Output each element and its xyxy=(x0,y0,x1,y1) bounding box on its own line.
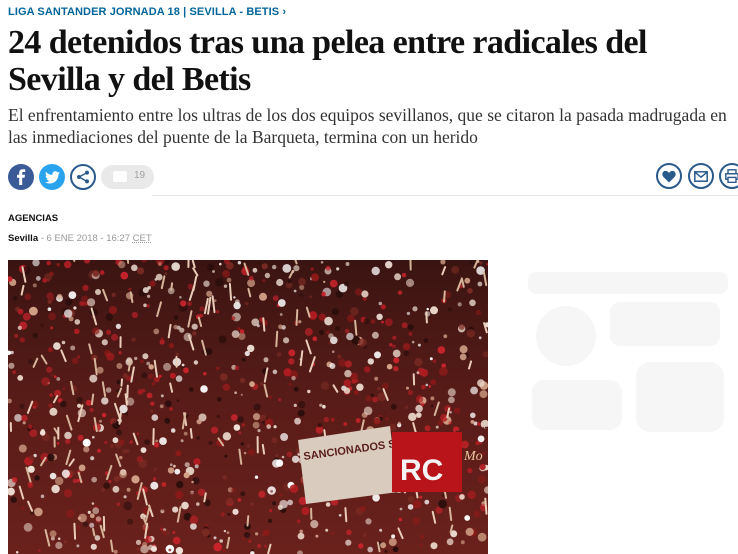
print-icon xyxy=(725,169,738,183)
chevron-right-icon: › xyxy=(282,6,287,18)
author-name: AGENCIAS xyxy=(8,213,59,224)
email-share-button[interactable] xyxy=(688,163,714,189)
print-button[interactable] xyxy=(719,163,738,189)
comment-icon xyxy=(113,171,127,182)
dateline-date: - 6 ENE 2018 - 16:27 xyxy=(40,233,130,244)
article-subtitle: El enfrentamiento entre los ultras de lo… xyxy=(8,105,727,147)
comment-count: 19 xyxy=(134,170,146,181)
save-favorite-button[interactable] xyxy=(656,163,682,189)
heart-icon xyxy=(662,170,676,182)
share-icon xyxy=(77,170,89,184)
twitter-share-button[interactable] xyxy=(39,164,65,190)
dateline-city: Sevilla xyxy=(8,233,39,244)
dateline-timezone: CET xyxy=(132,233,152,244)
facebook-share-button[interactable] xyxy=(8,164,34,190)
share-button[interactable] xyxy=(70,164,96,190)
breadcrumb-tag-link[interactable]: SEVILLA - BETIS xyxy=(190,6,280,18)
advertisement-placeholder xyxy=(518,262,738,442)
mail-icon xyxy=(694,170,708,182)
dateline: Sevilla - 6 ENE 2018 - 16:27 CET xyxy=(8,233,152,244)
ad-image xyxy=(518,262,738,442)
flag-text-2: Mo xyxy=(463,449,483,464)
article-title: 24 detenidos tras una pelea entre radica… xyxy=(8,24,647,98)
comments-button[interactable]: 19 xyxy=(101,165,154,189)
breadcrumb-section-link[interactable]: LIGA SANTANDER JORNADA 18 xyxy=(8,6,180,18)
facebook-icon xyxy=(17,169,26,185)
twitter-icon xyxy=(44,170,60,183)
article-photo[interactable]: SANCIONADOS SIEMPRE PRESENTES RC Mo xyxy=(8,260,488,554)
share-toolbar: 19 xyxy=(8,162,738,196)
breadcrumb: LIGA SANTANDER JORNADA 18 | SEVILLA - BE… xyxy=(8,6,286,18)
breadcrumb-separator: | xyxy=(183,6,187,18)
flag-text: RC xyxy=(400,454,443,487)
share-divider xyxy=(152,195,738,196)
crowd-photo-image: SANCIONADOS SIEMPRE PRESENTES RC Mo xyxy=(8,260,488,554)
